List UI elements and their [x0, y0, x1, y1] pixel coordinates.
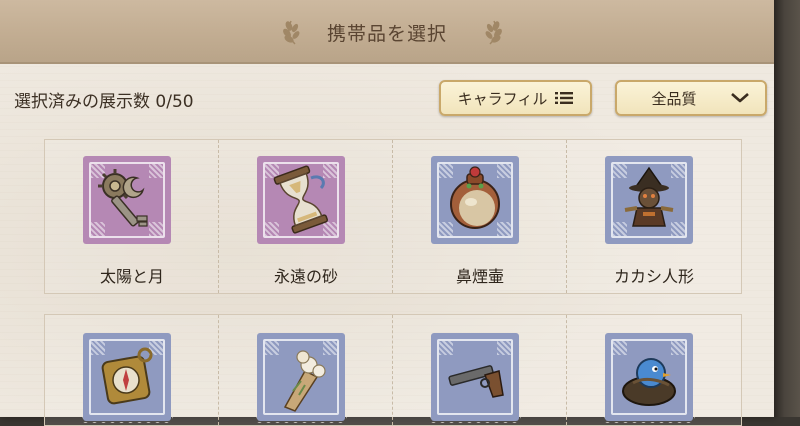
- stamp-frame: [603, 331, 695, 423]
- stamp-frame: [81, 331, 173, 423]
- pistol-icon: [448, 365, 504, 398]
- item-card-snuff-bottle[interactable]: 鼻煙壷: [393, 140, 567, 293]
- item-card-bouquet[interactable]: [219, 315, 393, 425]
- item-name: 永遠の砂: [273, 267, 338, 286]
- bouquet-icon: [283, 350, 326, 412]
- item-card-compass[interactable]: [45, 315, 219, 425]
- stamp-frame: [603, 154, 695, 246]
- hourglass-icon: [273, 165, 329, 234]
- item-name: 鼻煙壷: [455, 267, 504, 286]
- quality-dropdown[interactable]: 全品質: [615, 80, 767, 116]
- stamp-frame: [429, 331, 521, 423]
- laurel-right-icon: [485, 20, 502, 45]
- item-row: 太陽と月 永遠の砂 鼻煙壷 カカシ人形: [44, 139, 742, 294]
- stamp-frame: [81, 154, 173, 246]
- panel-title: 携帯品を選択: [326, 23, 447, 45]
- stamp-frame: [255, 331, 347, 423]
- stamp-frame: [255, 154, 347, 246]
- item-row: [44, 314, 742, 426]
- scarecrow-doll-icon: [624, 166, 674, 227]
- item-name: カカシ人形: [613, 267, 694, 286]
- stamp-frame: [429, 154, 521, 246]
- item-name: 太陽と月: [99, 267, 164, 286]
- bird-nest-icon: [622, 358, 676, 406]
- character-filter-button[interactable]: キャラフィル: [439, 80, 592, 116]
- list-icon: [555, 92, 574, 104]
- chevron-down-icon: [730, 93, 749, 103]
- compass-icon: [101, 347, 153, 405]
- item-card-scarecrow-doll[interactable]: カカシ人形: [567, 140, 741, 293]
- item-card-pistol[interactable]: [393, 315, 567, 425]
- quality-dropdown-label: 全品質: [651, 89, 697, 108]
- snuff-bottle-icon: [450, 166, 500, 229]
- item-card-bird-nest[interactable]: [567, 315, 741, 425]
- background-edge: [774, 0, 800, 417]
- item-card-eternal-sand[interactable]: 永遠の砂: [219, 140, 393, 293]
- item-card-sun-and-moon[interactable]: 太陽と月: [45, 140, 219, 293]
- panel-header: 携帯品を選択: [0, 0, 774, 64]
- key-icon: [98, 169, 148, 227]
- character-filter-label: キャラフィル: [457, 89, 548, 108]
- item-select-panel: 携帯品を選択 選択済みの展示数 0/50 キャラフィル 全品質 太陽と月 永遠の…: [0, 0, 774, 426]
- selected-count-label: 選択済みの展示数 0/50: [14, 92, 194, 112]
